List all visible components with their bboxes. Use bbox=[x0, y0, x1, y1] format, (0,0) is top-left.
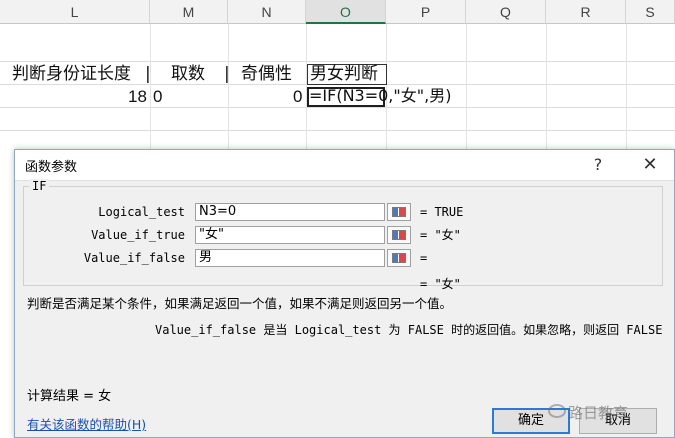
col-gridline bbox=[546, 24, 547, 154]
column-header-l[interactable]: L bbox=[0, 0, 150, 24]
column-header-q[interactable]: Q bbox=[466, 0, 546, 24]
arg-label-value-if-true: Value_if_true bbox=[91, 228, 185, 242]
arg-result-logical-test: = TRUE bbox=[420, 205, 464, 219]
collapse-dialog-button[interactable] bbox=[387, 203, 411, 221]
cell-value-parity[interactable]: 0 bbox=[293, 87, 302, 107]
function-help-link[interactable]: 有关该函数的帮助(H) bbox=[27, 414, 146, 433]
collapse-dialog-button[interactable] bbox=[387, 249, 411, 267]
arg-result-value-if-false: = bbox=[420, 251, 428, 265]
function-arguments-dialog: 函数参数 ? ✕ IF Logical_test N3=0 = TRUE Val… bbox=[14, 149, 675, 438]
function-result: = "女" bbox=[420, 277, 461, 291]
formula-text: =IF(N3=0,"女",男) bbox=[309, 86, 452, 105]
column-header-n[interactable]: N bbox=[228, 0, 306, 24]
arg-label-value-if-false: Value_if_false bbox=[83, 251, 185, 265]
watermark-logo-icon bbox=[548, 404, 566, 418]
col-gridline bbox=[150, 24, 151, 154]
cell-header-id-length[interactable]: 判断身份证长度 bbox=[12, 64, 131, 84]
function-name: IF bbox=[29, 179, 50, 193]
column-header-o[interactable]: O bbox=[306, 0, 386, 24]
value-if-true-input[interactable]: "女" bbox=[195, 226, 385, 244]
column-header-s[interactable]: S bbox=[626, 0, 675, 24]
col-gridline bbox=[228, 24, 229, 154]
cell-value-take-digit[interactable]: 0 bbox=[153, 87, 162, 107]
cell-divider: | bbox=[224, 64, 230, 84]
value-if-false-input[interactable]: 男 bbox=[195, 249, 385, 267]
watermark: 路日教育 bbox=[568, 404, 629, 422]
help-icon[interactable]: ? bbox=[583, 153, 613, 177]
dialog-titlebar[interactable]: 函数参数 ? ✕ bbox=[15, 150, 674, 181]
column-header-p[interactable]: P bbox=[386, 0, 466, 24]
function-description: 判断是否满足某个条件，如果满足返回一个值，如果不满足则返回另一个值。 bbox=[27, 296, 453, 311]
column-header-r[interactable]: R bbox=[546, 0, 626, 24]
dialog-title: 函数参数 bbox=[25, 160, 78, 175]
cell-value-id-length[interactable]: 18 bbox=[128, 87, 147, 107]
row-gridline bbox=[0, 107, 675, 108]
cell-header-gender[interactable]: 男女判断 bbox=[310, 64, 378, 84]
column-header-m[interactable]: M bbox=[150, 0, 228, 24]
calculation-result: 计算结果 = 女 bbox=[27, 389, 112, 404]
col-gridline bbox=[466, 24, 467, 154]
row-gridline bbox=[0, 130, 675, 131]
collapse-dialog-button[interactable] bbox=[387, 226, 411, 244]
range-select-icon bbox=[392, 207, 406, 217]
logical-test-input[interactable]: N3=0 bbox=[195, 203, 385, 221]
argument-description: Value_if_false 是当 Logical_test 为 FALSE 时… bbox=[155, 323, 663, 337]
col-gridline bbox=[626, 24, 627, 154]
row-gridline bbox=[0, 61, 675, 62]
cell-divider: | bbox=[145, 64, 151, 84]
range-select-icon bbox=[392, 230, 406, 240]
close-icon[interactable]: ✕ bbox=[635, 153, 665, 177]
arg-label-logical-test: Logical_test bbox=[98, 205, 185, 219]
cell-header-take-digit[interactable]: 取数 bbox=[171, 64, 205, 84]
arg-result-value-if-true: = "女" bbox=[420, 228, 461, 242]
cell-header-parity[interactable]: 奇偶性 bbox=[241, 64, 292, 84]
range-select-icon bbox=[392, 253, 406, 263]
